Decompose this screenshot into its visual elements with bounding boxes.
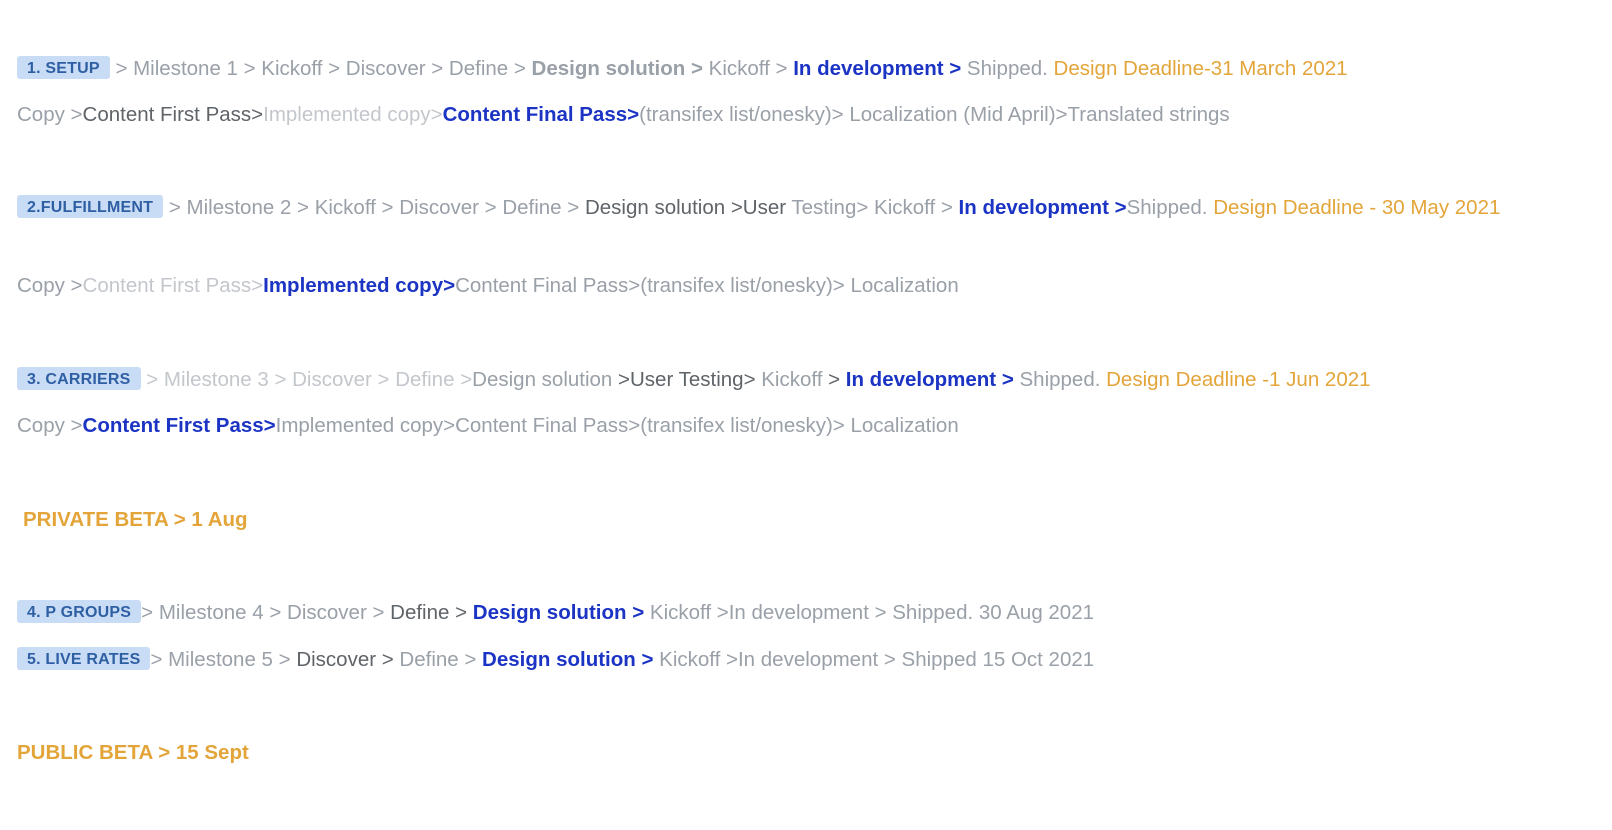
step-in-development: In development >: [793, 57, 967, 80]
milestone-tag-carriers[interactable]: 3. CARRIERS: [17, 367, 141, 391]
copy-row-carriers: Copy >Content First Pass>Implemented cop…: [17, 413, 959, 439]
copy-label: Copy >: [17, 274, 83, 297]
milestone-row-live-rates: 5. LIVE RATES > Milestone 5 > Discover > …: [17, 647, 1094, 673]
milestone-tag-live-rates[interactable]: 5. LIVE RATES: [17, 647, 151, 671]
private-beta-label: PRIVATE BETA > 1 Aug: [23, 508, 248, 531]
copy-step-current: Implemented copy>: [263, 274, 456, 297]
step-in-development: In development >: [845, 368, 1020, 391]
milestone-tag-p-groups[interactable]: 4. P GROUPS: [17, 600, 142, 624]
design-deadline: Design Deadline-31 March 2021: [1053, 57, 1348, 80]
step-shipped: Shipped.: [1019, 368, 1107, 391]
step-text: > Milestone 3 > Discover > Define >: [146, 368, 473, 391]
step-design-solution: Design solution >: [472, 601, 650, 624]
copy-step: (transifex list/onesky)> Localization (M…: [639, 103, 1230, 126]
copy-row-fulfillment: Copy >Content First Pass>Implemented cop…: [17, 273, 959, 299]
milestone-row-carriers: 3. CARRIERS > Milestone 3 > Discover > D…: [17, 367, 1371, 393]
design-deadline: Design Deadline -1 Jun 2021: [1106, 368, 1371, 391]
milestone-row-setup: 1. SETUP > Milestone 1 > Kickoff > Disco…: [17, 56, 1348, 82]
step-kickoff: Kickoff: [761, 368, 829, 391]
copy-label: Copy >: [17, 103, 83, 126]
step-separator: >: [828, 368, 846, 391]
step-define: Define >: [399, 648, 483, 671]
step-define: Define >: [390, 601, 473, 624]
step-user-testing: >User Testing>: [618, 368, 762, 391]
step-text: > Milestone 4 > Discover >: [141, 601, 391, 624]
step-shipped: Shipped.: [966, 57, 1054, 80]
copy-step-current: Content First Pass>: [82, 414, 276, 437]
public-beta-label: PUBLIC BETA > 15 Sept: [17, 741, 249, 764]
copy-step-current: Content Final Pass>: [442, 103, 640, 126]
milestone-tag-fulfillment[interactable]: 2.FULFILLMENT: [17, 195, 164, 219]
step-text: Testing> Kickoff >: [791, 196, 959, 219]
step-design-solution: Design solution >: [482, 648, 660, 671]
step-text: > Milestone 2 > Kickoff > Discover > Def…: [168, 196, 585, 219]
milestone-tag-setup[interactable]: 1. SETUP: [17, 56, 110, 80]
step-in-development: In development >: [958, 196, 1127, 219]
copy-step: Content First Pass>: [82, 274, 264, 297]
copy-step: Content First Pass>: [82, 103, 264, 126]
copy-label: Copy >: [17, 414, 83, 437]
step-discover: Discover >: [296, 648, 400, 671]
step-text: > Milestone 5 >: [150, 648, 297, 671]
design-deadline: Design Deadline - 30 May 2021: [1213, 196, 1501, 219]
copy-row-setup: Copy >Content First Pass>Implemented cop…: [17, 102, 1230, 128]
step-text: Kickoff >: [708, 57, 794, 80]
copy-step: Content Final Pass>(transifex list/onesk…: [455, 274, 959, 297]
milestone-row-fulfillment: 2.FULFILLMENT > Milestone 2 > Kickoff > …: [17, 192, 1607, 224]
step-design-solution: Design solution: [472, 368, 619, 391]
step-design-solution: Design solution >User: [584, 196, 792, 219]
milestone-row-p-groups: 4. P GROUPS > Milestone 4 > Discover > De…: [17, 600, 1094, 626]
step-text: Kickoff >In development > Shipped. 30 Au…: [649, 601, 1095, 624]
copy-step: Implemented copy>: [263, 103, 443, 126]
step-design-solution: Design solution >: [531, 57, 709, 80]
step-text: > Milestone 1 > Kickoff > Discover > Def…: [115, 57, 532, 80]
step-text: Kickoff >In development > Shipped 15 Oct…: [659, 648, 1095, 671]
copy-step: Implemented copy>Content Final Pass>(tra…: [275, 414, 959, 437]
step-shipped: Shipped.: [1126, 196, 1214, 219]
